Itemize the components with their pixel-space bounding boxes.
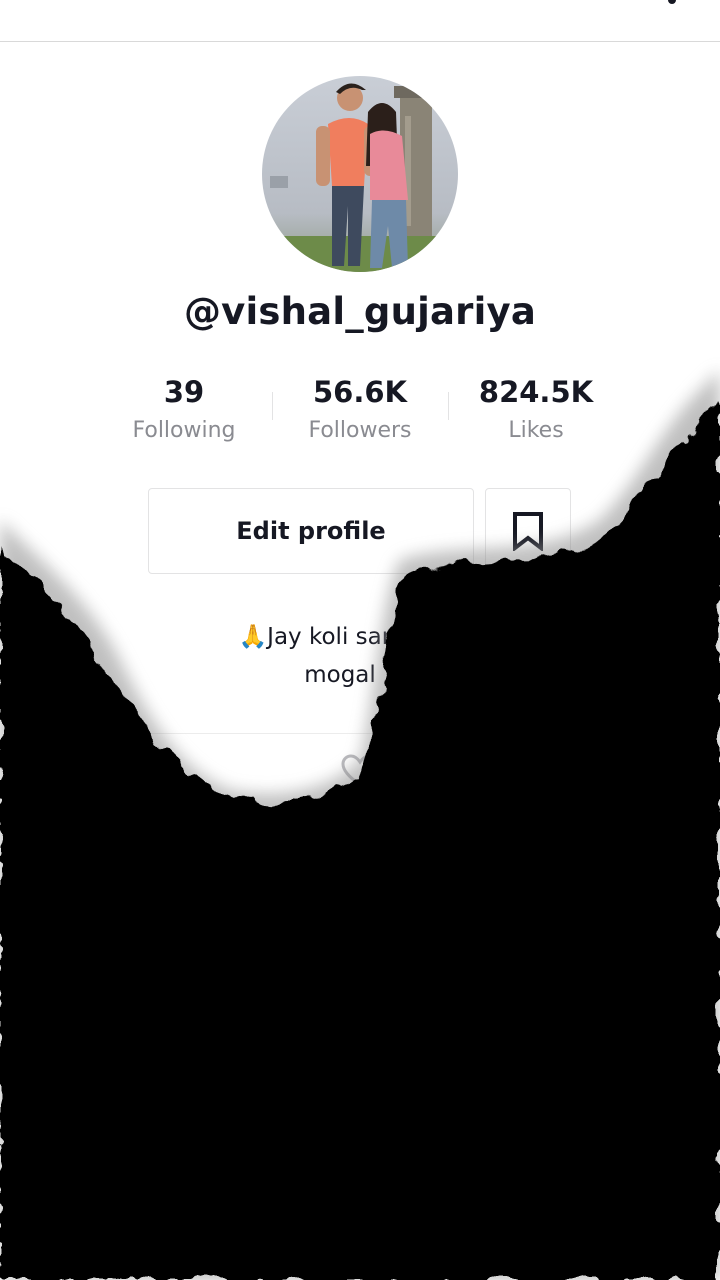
profile-screen: @vishal_gujariya 39 Following 56.6K Foll… (0, 0, 720, 1280)
stat-divider (272, 392, 273, 420)
likes-label: Likes (508, 418, 564, 443)
followers-count: 56.6K (312, 375, 408, 409)
stat-likes[interactable]: 824.5K Likes (451, 372, 621, 449)
header-title-fragment (300, 0, 340, 6)
bookmark-icon (513, 512, 543, 551)
profile-bio: 🙏Jay koli samaj 🙏Ja mogal (100, 618, 620, 694)
stat-following[interactable]: 39 Following (99, 372, 269, 449)
heart-icon[interactable] (340, 754, 380, 788)
following-count: 39 (163, 375, 205, 409)
followers-label: Followers (308, 418, 412, 443)
more-menu-icon[interactable] (664, 0, 680, 8)
edit-profile-button[interactable]: Edit profile (148, 488, 474, 574)
following-label: Following (132, 418, 236, 443)
favorites-button[interactable] (485, 488, 571, 574)
add-user-icon[interactable] (34, 0, 84, 8)
avatar-photo (262, 76, 458, 272)
username: @vishal_gujariya (183, 290, 536, 333)
stat-followers[interactable]: 56.6K Followers (275, 372, 445, 449)
avatar[interactable] (262, 76, 458, 272)
likes-count: 824.5K (478, 375, 594, 409)
tabs-divider (120, 733, 600, 734)
bio-line: mogal (304, 662, 376, 688)
stat-divider (448, 392, 449, 420)
top-header (0, 0, 720, 42)
bio-line: 🙏Jay koli samaj 🙏Ja (238, 624, 482, 650)
